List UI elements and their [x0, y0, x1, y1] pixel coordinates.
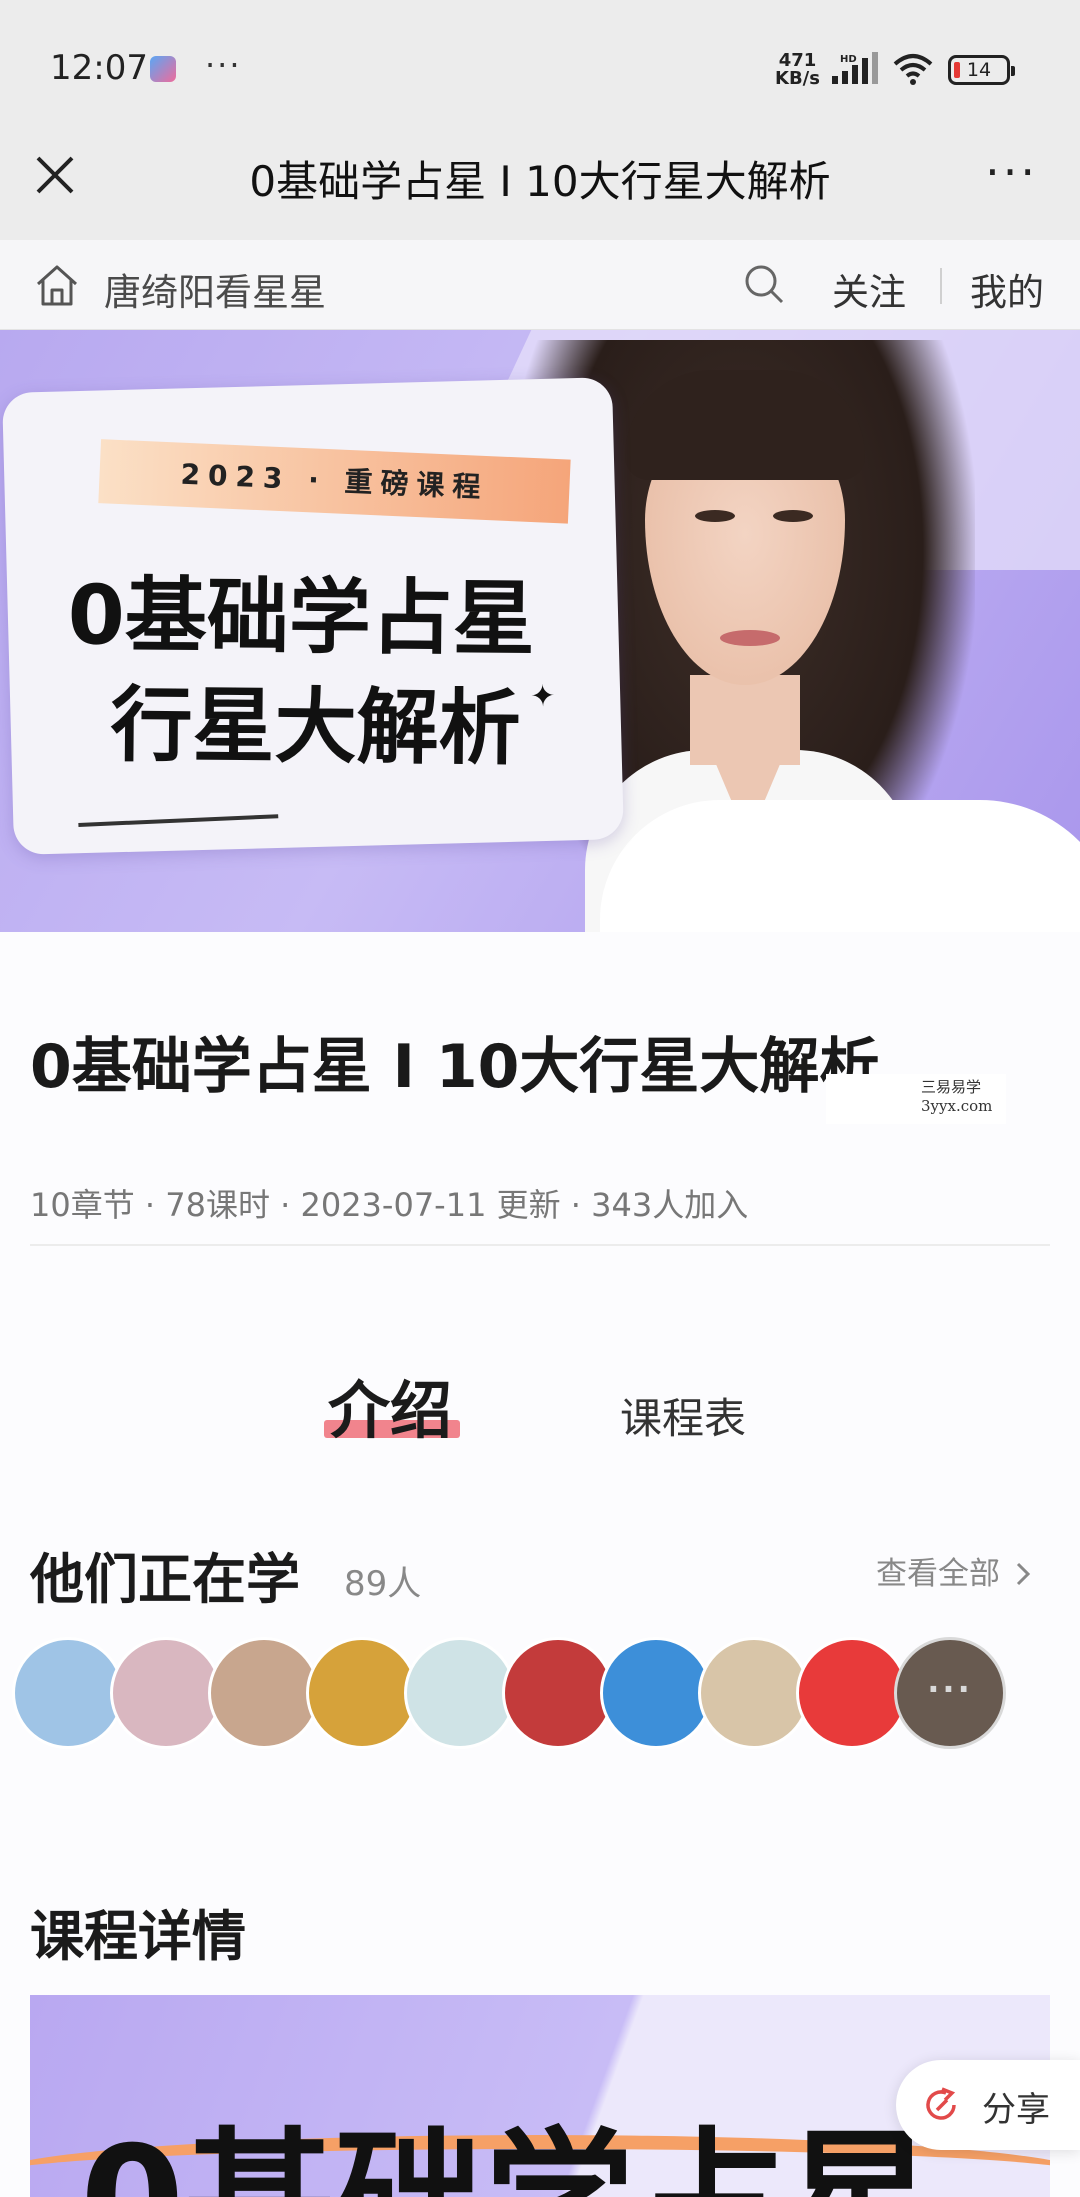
learner-avatar[interactable] [502, 1637, 614, 1749]
battery-icon: 14 [948, 55, 1015, 85]
watermark: 三易易学 3yyx.com [826, 1074, 1006, 1124]
details-image-text: 0基础学占星 [80, 2080, 934, 2197]
mine-button[interactable]: 我的 [970, 262, 1044, 316]
view-all-label: 查看全部 [876, 1556, 1000, 1592]
banner-ribbon: 2023 · 重磅课程 [98, 439, 571, 524]
banner-headline-2: 行星大解析 [110, 678, 522, 777]
view-all-link[interactable]: 查看全部 [876, 1548, 1032, 1593]
learner-avatar[interactable] [12, 1637, 124, 1749]
course-title: 0基础学占星 I 10大行星大解析 [30, 1032, 880, 1102]
close-icon[interactable] [30, 150, 80, 200]
learner-avatars: ··· [12, 1637, 1012, 1753]
divider [940, 268, 942, 304]
learner-avatar[interactable] [404, 1637, 516, 1749]
more-menu-icon[interactable]: ··· [985, 145, 1038, 199]
banner-title-card: 2023 · 重磅课程 0基础学占星 行星大解析 ✦ [2, 377, 624, 855]
learner-avatar[interactable] [796, 1637, 908, 1749]
home-icon[interactable] [34, 262, 80, 308]
learner-avatar[interactable]: ··· [894, 1637, 1006, 1749]
share-label: 分享 [982, 2090, 1050, 2130]
page-title: 0基础学占星 I 10大行星大解析 [249, 157, 831, 206]
network-speed: 471 KB/s [775, 52, 820, 88]
course-meta: 10章节 · 78课时 · 2023-07-11 更新 · 343人加入 [30, 1186, 749, 1224]
course-banner: 2023 · 重磅课程 0基础学占星 行星大解析 ✦ [0, 330, 1080, 932]
learner-avatar[interactable] [208, 1637, 320, 1749]
banner-headline-1: 0基础学占星 [67, 568, 536, 668]
chevron-right-icon [1016, 1562, 1030, 1586]
nav-bar: 0基础学占星 I 10大行星大解析 ··· [0, 110, 1080, 240]
wifi-icon [893, 54, 933, 85]
details-title: 课程详情 [30, 1905, 246, 1968]
more-learners-icon: ··· [927, 1670, 973, 1708]
channel-bar: 唐绮阳看星星 关注 我的 [0, 240, 1080, 330]
banner-cloud [600, 800, 1080, 932]
watermark-line-2: 3yyx.com [921, 1097, 993, 1115]
learners-count: 89人 [344, 1564, 422, 1604]
search-icon[interactable] [742, 262, 786, 306]
channel-name[interactable]: 唐绮阳看星星 [104, 262, 326, 316]
learner-avatar[interactable] [698, 1637, 810, 1749]
status-time: 12:07 [50, 48, 148, 88]
app-notification-icon [150, 56, 176, 82]
signal-icon: HD [832, 52, 878, 84]
learners-title: 他们正在学 [30, 1548, 300, 1611]
learner-avatar[interactable] [600, 1637, 712, 1749]
network-speed-unit: KB/s [775, 68, 820, 89]
learner-avatar[interactable] [306, 1637, 418, 1749]
tab-intro[interactable]: 介绍 [328, 1360, 452, 1450]
follow-button[interactable]: 关注 [832, 262, 906, 316]
share-button[interactable]: 分享 [896, 2060, 1080, 2150]
sparkle-icon: ✦ [529, 678, 556, 715]
divider [30, 1244, 1050, 1246]
share-icon [926, 2087, 956, 2120]
watermark-line-1: 三易易学 [921, 1078, 982, 1096]
tab-schedule[interactable]: 课程表 [620, 1385, 746, 1446]
banner-underline [78, 814, 279, 827]
learner-avatar[interactable] [110, 1637, 222, 1749]
more-notifications-icon: ··· [205, 46, 242, 84]
network-type-label: HD [840, 54, 857, 65]
